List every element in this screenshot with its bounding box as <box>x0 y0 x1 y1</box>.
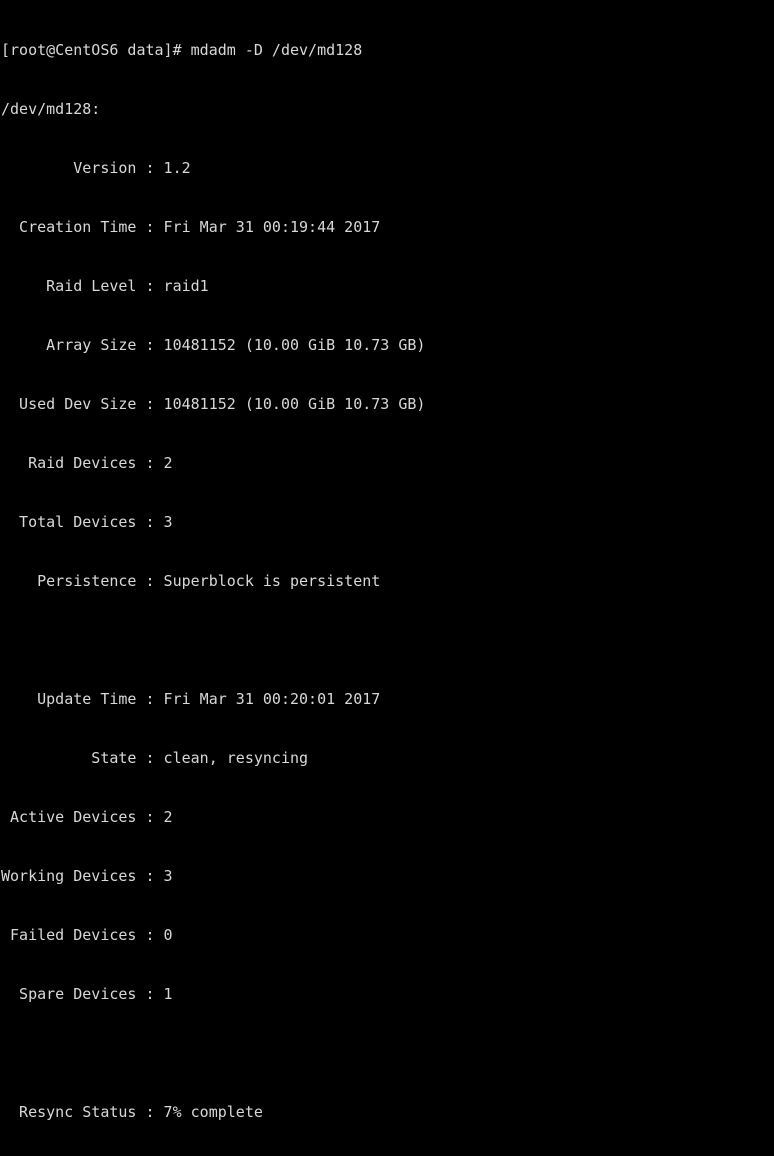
terminal-line: Total Devices : 3 <box>1 513 173 532</box>
terminal-line: Update Time : Fri Mar 31 00:20:01 2017 <box>1 689 381 708</box>
terminal-line: Version : 1.2 <box>1 159 191 178</box>
terminal-line: [root@CentOS6 data]# mdadm -D /dev/md128 <box>1 41 363 60</box>
terminal-line: Resync Status : 7% complete <box>1 1102 263 1121</box>
terminal-line: Used Dev Size : 10481152 (10.00 GiB 10.7… <box>1 395 426 414</box>
terminal-line: Working Devices : 3 <box>1 866 173 885</box>
terminal-line: /dev/md128: <box>1 100 101 119</box>
terminal-line: Failed Devices : 0 <box>1 925 173 944</box>
terminal-line: Persistence : Superblock is persistent <box>1 572 381 591</box>
terminal-line: Creation Time : Fri Mar 31 00:19:44 2017 <box>1 218 381 237</box>
terminal-line: Array Size : 10481152 (10.00 GiB 10.73 G… <box>1 336 426 355</box>
terminal-line: Active Devices : 2 <box>1 807 173 826</box>
terminal-line: Spare Devices : 1 <box>1 984 173 1003</box>
terminal-screen[interactable]: [root@CentOS6 data]# mdadm -D /dev/md128… <box>0 0 774 1121</box>
terminal-line: Raid Level : raid1 <box>1 277 209 296</box>
terminal-line: Raid Devices : 2 <box>1 454 173 473</box>
terminal-line: State : clean, resyncing <box>1 748 309 767</box>
